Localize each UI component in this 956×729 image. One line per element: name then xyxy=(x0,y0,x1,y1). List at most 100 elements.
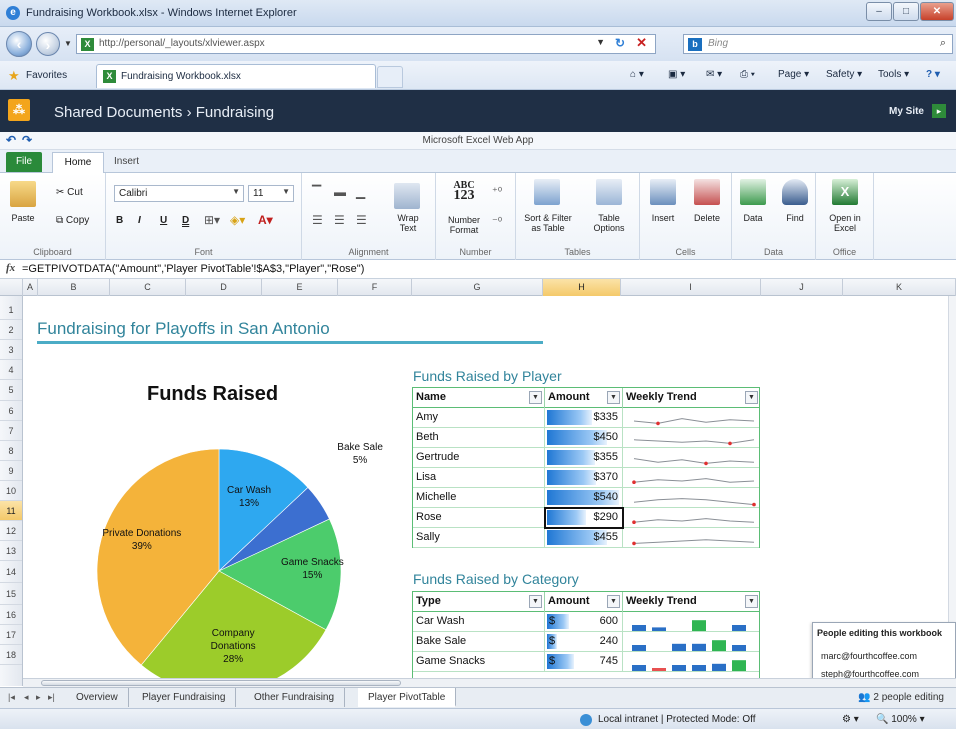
sheet-tab-other-fundraising[interactable]: Other Fundraising xyxy=(244,688,346,707)
row-header[interactable]: 15 xyxy=(0,583,22,605)
amount-cell[interactable]: $600 xyxy=(545,612,623,632)
amount-cell[interactable]: $370 xyxy=(545,468,623,488)
mail-icon[interactable]: ✉ ▾ xyxy=(706,69,722,80)
column-header[interactable]: A xyxy=(23,279,38,296)
amount-cell[interactable]: $455 xyxy=(545,528,623,548)
amount-cell[interactable]: $290 xyxy=(545,508,623,528)
font-name-select[interactable]: Calibri ▼ xyxy=(114,185,244,202)
column-header-selected[interactable]: H xyxy=(543,279,621,296)
column-header[interactable]: J xyxy=(761,279,843,296)
favorites-label[interactable]: Favorites xyxy=(26,70,67,81)
tab-insert[interactable]: Insert xyxy=(114,156,139,167)
row-header[interactable]: 1 xyxy=(0,300,22,320)
column-header[interactable]: K xyxy=(843,279,956,296)
find-button[interactable]: Find xyxy=(776,213,814,223)
table-row[interactable]: Game Snacks $745 xyxy=(413,652,759,672)
fill-color-icon[interactable]: ◈▾ xyxy=(230,213,245,227)
column-header[interactable]: B xyxy=(38,279,110,296)
tab-file[interactable]: File xyxy=(6,152,42,172)
amount-cell[interactable]: $540 xyxy=(545,488,623,508)
worksheet[interactable]: Fundraising for Playoffs in San Antonio … xyxy=(23,296,956,678)
amount-cell[interactable]: $450 xyxy=(545,428,623,448)
column-header[interactable]: I xyxy=(621,279,761,296)
back-button[interactable]: ‹ xyxy=(6,31,32,57)
last-sheet-icon[interactable]: ▸| xyxy=(48,692,55,703)
home-icon[interactable]: ⌂ ▾ xyxy=(630,69,644,80)
formula-bar[interactable]: fx =GETPIVOTDATA("Amount",'Player PivotT… xyxy=(0,260,956,279)
wrap-text-button[interactable]: Wrap Text xyxy=(388,213,428,233)
sparkline-cell[interactable] xyxy=(623,528,760,548)
amount-cell[interactable]: $335 xyxy=(545,408,623,428)
filter-dropdown-icon[interactable]: ▼ xyxy=(529,391,542,404)
decrease-decimal-icon[interactable]: ⁻⁰ xyxy=(492,215,502,228)
column-header[interactable]: G xyxy=(412,279,543,296)
row-header[interactable]: 14 xyxy=(0,561,22,583)
pie-chart[interactable] xyxy=(23,416,423,678)
first-sheet-icon[interactable]: |◂ xyxy=(8,692,15,703)
select-all-corner[interactable] xyxy=(0,279,23,296)
close-button[interactable]: ✕ xyxy=(920,2,954,21)
player-name-cell[interactable]: Michelle xyxy=(413,488,545,508)
my-site-icon[interactable]: ▸ xyxy=(932,104,946,118)
sparkline-cell[interactable] xyxy=(623,468,760,488)
borders-icon[interactable]: ⊞▾ xyxy=(204,213,220,227)
paste-button[interactable]: Paste xyxy=(4,213,42,223)
player-name-cell[interactable]: Rose xyxy=(413,508,545,528)
row-header[interactable]: 2 xyxy=(0,320,22,340)
column-sparkline-cell[interactable] xyxy=(623,652,760,672)
stop-icon[interactable]: ✕ xyxy=(636,35,647,51)
align-middle-icon[interactable]: ▬ xyxy=(334,185,346,199)
amount-cell[interactable]: $355 xyxy=(545,448,623,468)
player-name-cell[interactable]: Sally xyxy=(413,528,545,548)
people-editing-count[interactable]: 👥 2 people editing xyxy=(858,692,944,703)
feeds-icon[interactable]: ▣ ▾ xyxy=(668,69,685,80)
new-tab-button[interactable] xyxy=(377,66,403,88)
row-header-selected[interactable]: 11 xyxy=(0,501,22,521)
horizontal-scrollbar[interactable] xyxy=(23,678,956,687)
sparkline-cell[interactable] xyxy=(623,488,760,508)
copy-button[interactable]: ⧉ Copy xyxy=(56,215,89,226)
sheet-tab-player-fundraising[interactable]: Player Fundraising xyxy=(132,688,237,707)
increase-decimal-icon[interactable]: ⁺⁰ xyxy=(492,185,502,198)
sparkline-cell[interactable] xyxy=(623,408,760,428)
safety-menu[interactable]: Safety ▾ xyxy=(826,69,862,80)
browser-tab[interactable]: X Fundraising Workbook.xlsx xyxy=(96,64,376,88)
align-center-icon[interactable]: ☰ xyxy=(334,213,345,227)
row-header[interactable]: 7 xyxy=(0,421,22,441)
protected-mode-icon[interactable]: ⚙ ▾ xyxy=(842,714,859,725)
player-name-cell[interactable]: Lisa xyxy=(413,468,545,488)
insert-button[interactable]: Insert xyxy=(644,213,682,223)
refresh-icon[interactable]: ↻ xyxy=(615,36,625,50)
data-button[interactable]: Data xyxy=(736,213,770,223)
address-dropdown-icon[interactable]: ▼ xyxy=(596,37,605,47)
row-header[interactable]: 9 xyxy=(0,461,22,481)
table-row[interactable]: Lisa $370 xyxy=(413,468,759,488)
row-header[interactable]: 16 xyxy=(0,605,22,625)
underline-button[interactable]: U xyxy=(160,215,167,226)
table-row[interactable]: Car Wash $600 xyxy=(413,612,759,632)
breadcrumb[interactable]: Shared Documents › Fundraising xyxy=(54,104,274,121)
next-sheet-icon[interactable]: ▸ xyxy=(36,692,41,703)
filter-dropdown-icon[interactable]: ▼ xyxy=(607,595,620,608)
sharepoint-logo-icon[interactable]: ⁂ xyxy=(8,99,30,121)
column-header[interactable]: F xyxy=(338,279,412,296)
search-field[interactable]: b Bing ⌕ xyxy=(683,34,953,54)
page-menu[interactable]: Page ▾ xyxy=(778,69,809,80)
player-name-cell[interactable]: Beth xyxy=(413,428,545,448)
sparkline-cell[interactable] xyxy=(623,508,760,528)
align-top-icon[interactable]: ▔ xyxy=(312,185,321,199)
column-header[interactable]: D xyxy=(186,279,262,296)
amount-cell[interactable]: $240 xyxy=(545,632,623,652)
player-name-cell[interactable]: Amy xyxy=(413,408,545,428)
forward-button[interactable]: › xyxy=(36,32,60,56)
font-size-select[interactable]: 11 ▼ xyxy=(248,185,294,202)
delete-button[interactable]: Delete xyxy=(686,213,728,223)
table-row[interactable]: Rose $290 xyxy=(413,508,759,528)
row-header[interactable]: 12 xyxy=(0,521,22,541)
row-header[interactable]: 3 xyxy=(0,340,22,360)
double-underline-button[interactable]: D xyxy=(182,215,189,226)
sparkline-cell[interactable] xyxy=(623,428,760,448)
table-row[interactable]: Gertrude $355 xyxy=(413,448,759,468)
column-sparkline-cell[interactable] xyxy=(623,612,760,632)
minimize-button[interactable]: – xyxy=(866,2,892,21)
